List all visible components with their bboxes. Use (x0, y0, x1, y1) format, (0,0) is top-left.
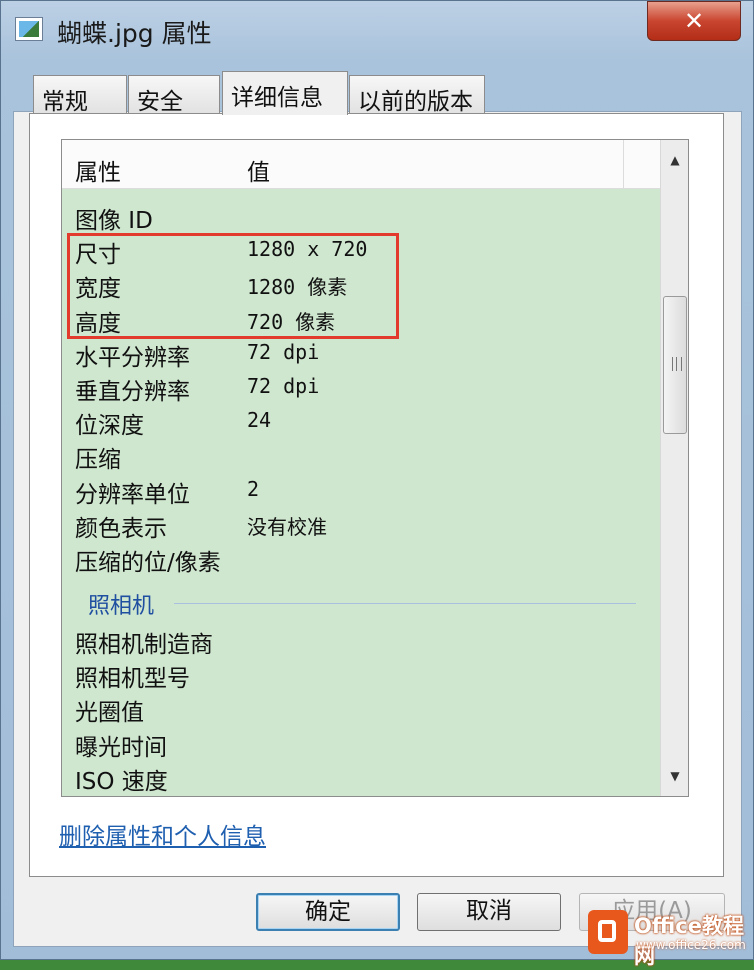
property-name: 水平分辨率 (75, 344, 190, 371)
property-name: 尺寸 (75, 242, 121, 269)
column-property[interactable]: 属性 (75, 153, 121, 187)
property-name: 光圈值 (75, 700, 144, 727)
property-name: 颜色表示 (75, 515, 167, 542)
window-title: 蝴蝶.jpg 属性 (57, 19, 212, 48)
image-file-icon (15, 17, 43, 41)
list-item[interactable]: 图像 ID (62, 198, 660, 234)
remove-properties-link[interactable]: 删除属性和个人信息 (59, 817, 266, 851)
property-value: 720 像素 (247, 309, 336, 334)
close-button[interactable]: ✕ (647, 1, 741, 41)
watermark-url: www.office26.com (636, 938, 746, 952)
vertical-scrollbar[interactable]: ▲ ▼ (660, 140, 688, 796)
ok-button[interactable]: 确定 (256, 893, 400, 931)
column-divider (623, 140, 624, 188)
property-name: 压缩 (75, 447, 121, 474)
property-name: ISO 速度 (75, 768, 168, 795)
list-item[interactable]: 宽度 1280 像素 (62, 266, 660, 303)
property-name: 照相机制造商 (75, 632, 213, 659)
property-value: 1280 x 720 (247, 237, 368, 262)
scroll-up-arrow-icon[interactable]: ▲ (661, 146, 688, 174)
details-list[interactable]: 属性 值 图像 ID 尺寸 1280 x 720 宽度 1280 像素 高度 720 … (61, 139, 689, 797)
list-item[interactable]: 尺寸 1280 x 720 (62, 232, 660, 269)
column-value[interactable]: 值 (247, 153, 270, 187)
watermark: Office教程网 www.office26.com (584, 908, 754, 968)
group-title: 照相机 (88, 594, 155, 620)
property-name: 分辨率单位 (75, 481, 190, 508)
list-item[interactable]: 照相机制造商 (62, 622, 660, 659)
office-logo-icon (588, 910, 628, 954)
list-item[interactable]: 水平分辨率 72 dpi (62, 335, 660, 371)
tab-details[interactable]: 详细信息 (222, 71, 348, 115)
property-value: 72 dpi (247, 339, 320, 364)
column-header: 属性 值 (62, 140, 660, 189)
list-item[interactable]: 位深度 24 (62, 403, 660, 440)
cancel-button[interactable]: 取消 (417, 893, 561, 931)
tab-general[interactable]: 常规 (33, 75, 127, 115)
properties-window: 蝴蝶.jpg 属性 ✕ 常规 安全 详细信息 以前的版本 属性 值 图像 ID … (0, 0, 754, 960)
group-divider (174, 603, 636, 605)
list-item[interactable]: 光圈值 (62, 690, 660, 727)
property-value: 1280 像素 (247, 275, 348, 300)
group-header-camera[interactable]: 照相机 (62, 574, 660, 622)
tab-previous-versions[interactable]: 以前的版本 (349, 75, 485, 115)
scroll-thumb[interactable] (663, 296, 687, 434)
property-value: 24 (247, 408, 272, 433)
scroll-down-arrow-icon[interactable]: ▼ (661, 762, 688, 790)
list-item[interactable]: 分辨率单位 2 (62, 472, 660, 508)
list-item[interactable]: ISO 速度 (62, 759, 660, 795)
list-item[interactable]: 高度 720 像素 (62, 301, 660, 337)
property-value: 没有校准 (247, 514, 327, 539)
property-value: 72 dpi (247, 373, 320, 398)
list-item[interactable]: 压缩 (62, 437, 660, 474)
property-name: 宽度 (75, 276, 121, 303)
property-name: 图像 ID (75, 208, 153, 234)
list-item[interactable]: 颜色表示 没有校准 (62, 506, 660, 542)
property-name: 位深度 (75, 413, 144, 440)
grip-icon (672, 357, 682, 371)
title-bar[interactable]: 蝴蝶.jpg 属性 ✕ (1, 1, 754, 57)
property-name: 压缩的位/像素 (75, 549, 221, 576)
property-name: 曝光时间 (75, 734, 167, 761)
tab-security[interactable]: 安全 (128, 75, 220, 115)
list-item[interactable]: 压缩的位/像素 (62, 540, 660, 576)
property-name: 垂直分辨率 (75, 378, 190, 405)
property-name: 照相机型号 (75, 666, 190, 693)
list-item[interactable]: 曝光时间 (62, 725, 660, 761)
property-name: 高度 (75, 310, 121, 337)
property-value: 2 (247, 476, 260, 501)
list-item[interactable]: 照相机型号 (62, 656, 660, 693)
details-rows: 图像 ID 尺寸 1280 x 720 宽度 1280 像素 高度 720 像素 水平… (62, 198, 660, 795)
list-item[interactable]: 垂直分辨率 72 dpi (62, 369, 660, 405)
